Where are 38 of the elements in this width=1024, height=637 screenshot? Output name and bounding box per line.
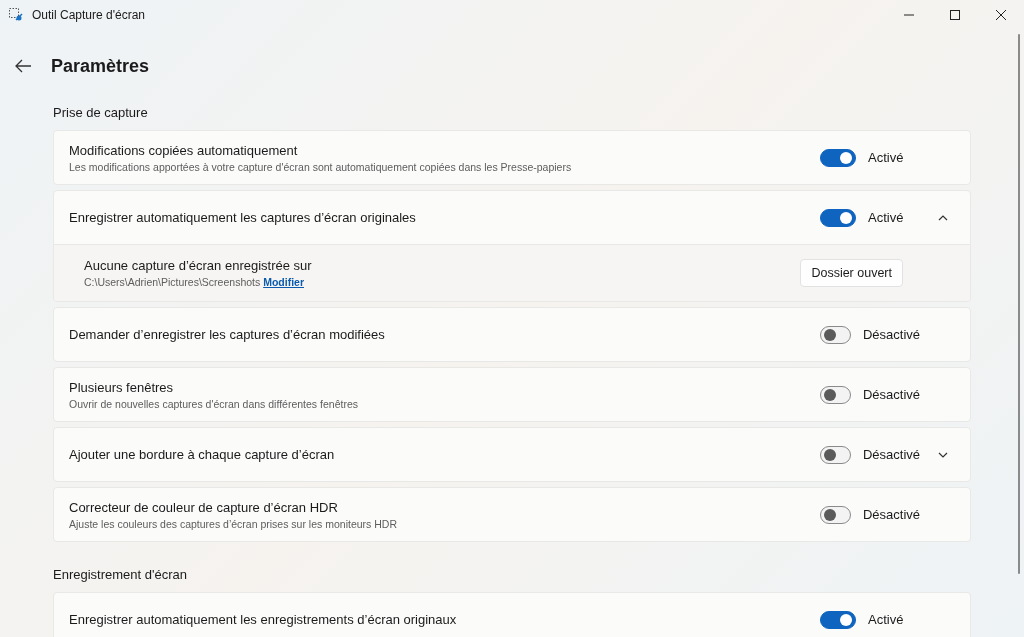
toggle-switch[interactable] xyxy=(820,445,851,464)
window-title: Outil Capture d'écran xyxy=(32,8,145,22)
setting-title: Modifications copiées automatiquement xyxy=(69,142,299,158)
toggle-switch[interactable] xyxy=(820,505,851,524)
toggle-switch[interactable] xyxy=(820,325,851,344)
setting-description: Ouvrir de nouvelles captures d'écran dans différentes fenêtres xyxy=(69,397,359,410)
snipping-tool-icon xyxy=(8,7,24,23)
toggle-state: Désactivé xyxy=(862,387,920,402)
section-title: Enregistrement d'écran xyxy=(53,567,188,582)
scrollbar[interactable] xyxy=(1018,34,1020,574)
setting-title: Demander d’enregistrer les captures d’écran modifiées xyxy=(69,327,386,342)
folder-path: C:\Users\Adrien\Pictures\Screenshots Modifier xyxy=(84,276,305,288)
setting-title: Ajouter une bordure à chaque capture d’écran xyxy=(69,447,336,462)
toggle-state: Désactivé xyxy=(862,327,920,342)
page-title: Paramètres xyxy=(51,55,150,77)
setting-description: Ajuste les couleurs des captures d’écran prises sur les moniteurs HDR xyxy=(69,517,398,530)
setting-description: Les modifications apportées à votre capture d'écran sont automatiquement copiées dans les Presse-papiers xyxy=(69,160,573,173)
toggle-switch[interactable] xyxy=(820,148,856,167)
toggle-switch[interactable] xyxy=(820,208,856,227)
toggle-state: Activé xyxy=(868,150,904,165)
modify-link[interactable]: Modifier xyxy=(263,276,304,288)
detail-title: Aucune capture d’écran enregistrée sur xyxy=(84,258,313,273)
section-title: Prise de capture xyxy=(53,105,149,120)
toggle-state: Désactivé xyxy=(862,507,920,522)
open-folder-button[interactable]: Dossier ouvert xyxy=(800,259,903,287)
setting-title: Plusieurs fenêtres xyxy=(69,379,175,395)
toggle-state: Activé xyxy=(868,210,904,225)
close-icon xyxy=(996,10,1006,20)
chevron-icon[interactable] xyxy=(938,214,948,221)
setting-title: Enregistrer automatiquement les enregistrements d’écran originaux xyxy=(69,612,458,627)
toggle-switch[interactable] xyxy=(820,385,851,404)
setting-title: Correcteur de couleur de capture d’écran HDR xyxy=(69,499,339,515)
toggle-switch[interactable] xyxy=(820,610,856,629)
toggle-state: Désactivé xyxy=(862,447,920,462)
setting-title: Enregistrer automatiquement les captures d’écran originales xyxy=(69,210,417,225)
toggle-state: Activé xyxy=(868,612,904,627)
maximize-icon xyxy=(950,10,960,20)
chevron-icon[interactable] xyxy=(938,451,948,458)
